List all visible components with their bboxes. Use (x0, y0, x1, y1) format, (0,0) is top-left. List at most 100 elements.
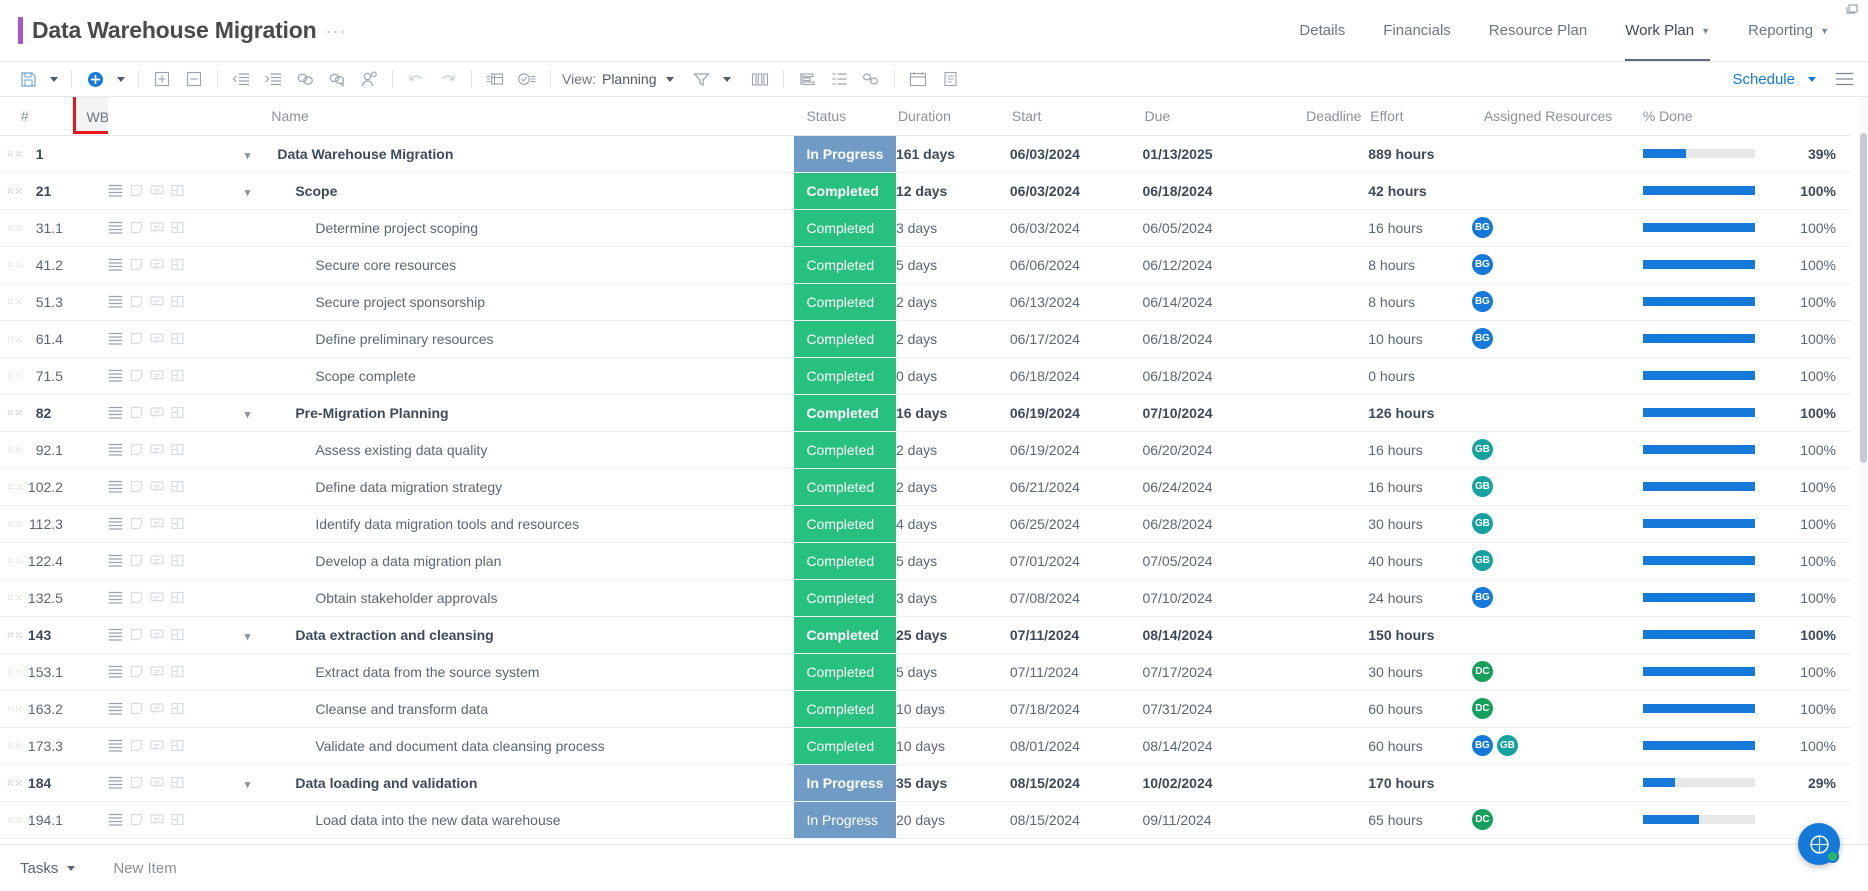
row-assigned-resources[interactable]: GB (1471, 431, 1643, 469)
task-menu-icon[interactable] (108, 184, 123, 197)
row-due-value[interactable]: 06/20/2024 (1142, 431, 1307, 469)
task-menu-icon[interactable] (108, 332, 123, 345)
row-percent-done[interactable]: 100% (1642, 431, 1850, 469)
row-due-value[interactable]: 06/18/2024 (1142, 320, 1307, 358)
row-start-value[interactable]: 06/19/2024 (1009, 431, 1143, 469)
drag-dots-icon[interactable]: ⁙⁙ (6, 668, 20, 681)
row-deadline-value[interactable] (1306, 283, 1369, 321)
row-due-value[interactable]: 06/18/2024 (1142, 357, 1307, 395)
add-dropdown-caret[interactable] (113, 66, 129, 92)
comment-icon[interactable] (150, 739, 164, 752)
drag-dots-icon[interactable]: ⁙⁙ (6, 742, 20, 755)
add-icon[interactable] (82, 66, 108, 92)
drag-dots-icon[interactable]: ⁙⁙ (6, 335, 20, 348)
row-task-name[interactable]: Develop a data migration plan (271, 542, 795, 580)
row-task-name[interactable]: Assess existing data quality (271, 431, 795, 469)
row-task-name[interactable]: Secure core resources (271, 246, 795, 284)
row-start-value[interactable]: 06/18/2024 (1009, 357, 1143, 395)
row-status-cell[interactable]: Completed (794, 172, 896, 210)
schedule-menu-label[interactable]: Schedule (1732, 71, 1795, 88)
row-task-name[interactable]: Load data into the new data warehouse (271, 801, 795, 839)
row-start-value[interactable]: 07/18/2024 (1009, 690, 1143, 728)
row-drag-handle[interactable]: ⁙⁙ (0, 727, 21, 765)
col-header-due[interactable]: Due (1142, 97, 1307, 136)
table-row[interactable]: ⁙⁙31.1 Determine project scoping Completed… (0, 209, 1850, 247)
comment-icon[interactable] (150, 295, 164, 308)
row-deadline-value[interactable] (1306, 542, 1369, 580)
chevron-down-icon[interactable]: ▾ (245, 778, 251, 791)
task-menu-icon[interactable] (108, 443, 123, 456)
undo-icon[interactable] (403, 66, 429, 92)
row-status-cell[interactable]: In Progress (794, 135, 896, 173)
comment-icon[interactable] (150, 406, 164, 419)
row-percent-done[interactable]: 100% (1642, 320, 1850, 358)
row-task-name[interactable]: Data extraction and cleansing (271, 616, 795, 654)
table-row[interactable]: ⁙⁙173.3 Validate and document data cleans… (0, 727, 1850, 765)
chevron-down-icon[interactable]: ▾ (245, 149, 251, 162)
row-task-name[interactable]: Data Warehouse Migration (271, 135, 795, 173)
drag-dots-icon[interactable]: ⁙⁙ (6, 705, 20, 718)
row-start-value[interactable]: 06/13/2024 (1009, 283, 1143, 321)
row-due-value[interactable]: 06/18/2024 (1142, 172, 1307, 210)
filter-dropdown-caret[interactable] (719, 66, 735, 92)
chevron-down-icon[interactable]: ▼ (1701, 26, 1710, 36)
attachment-icon[interactable] (130, 517, 143, 530)
table-row[interactable]: ⁙⁙102.2 Define data migration strategy Com… (0, 468, 1850, 506)
row-wbs-value[interactable]: 2.1 (43, 431, 108, 469)
avatar[interactable]: DC (1471, 698, 1493, 719)
task-grid-container[interactable]: # WBS ↑ Name Status Duration Start Due D… (0, 97, 1868, 844)
comment-icon[interactable] (150, 332, 164, 345)
subtasks-icon[interactable] (171, 554, 184, 567)
row-duration-value[interactable]: 20 days (895, 801, 1010, 839)
drag-dots-icon[interactable]: ⁙⁙ (6, 261, 20, 274)
row-start-value[interactable]: 07/08/2024 (1009, 579, 1143, 617)
row-deadline-value[interactable] (1306, 616, 1369, 654)
row-status-cell[interactable]: Completed (794, 209, 896, 247)
row-drag-handle[interactable]: ⁙⁙ (0, 431, 21, 469)
row-assigned-resources[interactable] (1471, 764, 1643, 802)
row-percent-done[interactable]: 100% (1642, 542, 1850, 580)
row-duration-value[interactable]: 0 days (895, 357, 1010, 395)
table-row[interactable]: ⁙⁙41.2 Secure core resources Completed5 da… (0, 246, 1850, 284)
row-drag-handle[interactable]: ⁙⁙ (0, 579, 21, 617)
row-expand-chevron[interactable]: ▾ (223, 394, 272, 432)
tasks-view-selector[interactable]: Tasks (20, 860, 76, 877)
row-duration-value[interactable]: 12 days (895, 172, 1010, 210)
row-wbs-value[interactable]: 2.3 (43, 505, 108, 543)
task-menu-icon[interactable] (108, 295, 123, 308)
row-status-cell[interactable]: Completed (794, 690, 896, 728)
row-start-value[interactable]: 06/03/2024 (1009, 135, 1143, 173)
row-drag-handle[interactable]: ⁙⁙ (0, 468, 21, 506)
row-expand-chevron[interactable]: ▾ (223, 764, 272, 802)
avatar[interactable]: BG (1471, 735, 1493, 756)
row-duration-value[interactable]: 2 days (895, 320, 1010, 358)
row-wbs-value[interactable]: 3.2 (43, 690, 108, 728)
col-header-status[interactable]: Status (794, 97, 896, 136)
table-row[interactable]: ⁙⁙51.3 Secure project sponsorship Complete… (0, 283, 1850, 321)
row-effort-value[interactable]: 0 hours (1368, 357, 1472, 395)
chevron-down-icon[interactable]: ▾ (245, 408, 251, 421)
row-task-name[interactable]: Determine project scoping (271, 209, 795, 247)
nav-tab-resource-plan[interactable]: Resource Plan (1470, 0, 1606, 61)
row-assigned-resources[interactable] (1471, 135, 1643, 173)
row-due-value[interactable]: 06/05/2024 (1142, 209, 1307, 247)
row-assigned-resources[interactable]: BG (1471, 246, 1643, 284)
row-status-cell[interactable]: Completed (794, 579, 896, 617)
row-percent-done[interactable]: 100% (1642, 357, 1850, 395)
row-status-cell[interactable]: In Progress (794, 801, 896, 839)
row-drag-handle[interactable]: ⁙⁙ (0, 801, 21, 839)
checklist-icon[interactable] (514, 66, 540, 92)
drag-dots-icon[interactable]: ⁙⁙ (6, 594, 20, 607)
row-effort-value[interactable]: 65 hours (1368, 801, 1472, 839)
nav-tab-reporting[interactable]: Reporting ▼ (1729, 0, 1848, 61)
row-due-value[interactable]: 08/14/2024 (1142, 616, 1307, 654)
row-effort-value[interactable]: 170 hours (1368, 764, 1472, 802)
comment-icon[interactable] (150, 591, 164, 604)
scrollbar-thumb[interactable] (1860, 133, 1867, 463)
insert-row-icon[interactable] (482, 66, 508, 92)
indent-icon[interactable] (260, 66, 286, 92)
row-expand-chevron[interactable]: ▾ (223, 616, 272, 654)
col-header-start[interactable]: Start (1009, 97, 1143, 136)
row-deadline-value[interactable] (1306, 246, 1369, 284)
subtasks-icon[interactable] (171, 258, 184, 271)
